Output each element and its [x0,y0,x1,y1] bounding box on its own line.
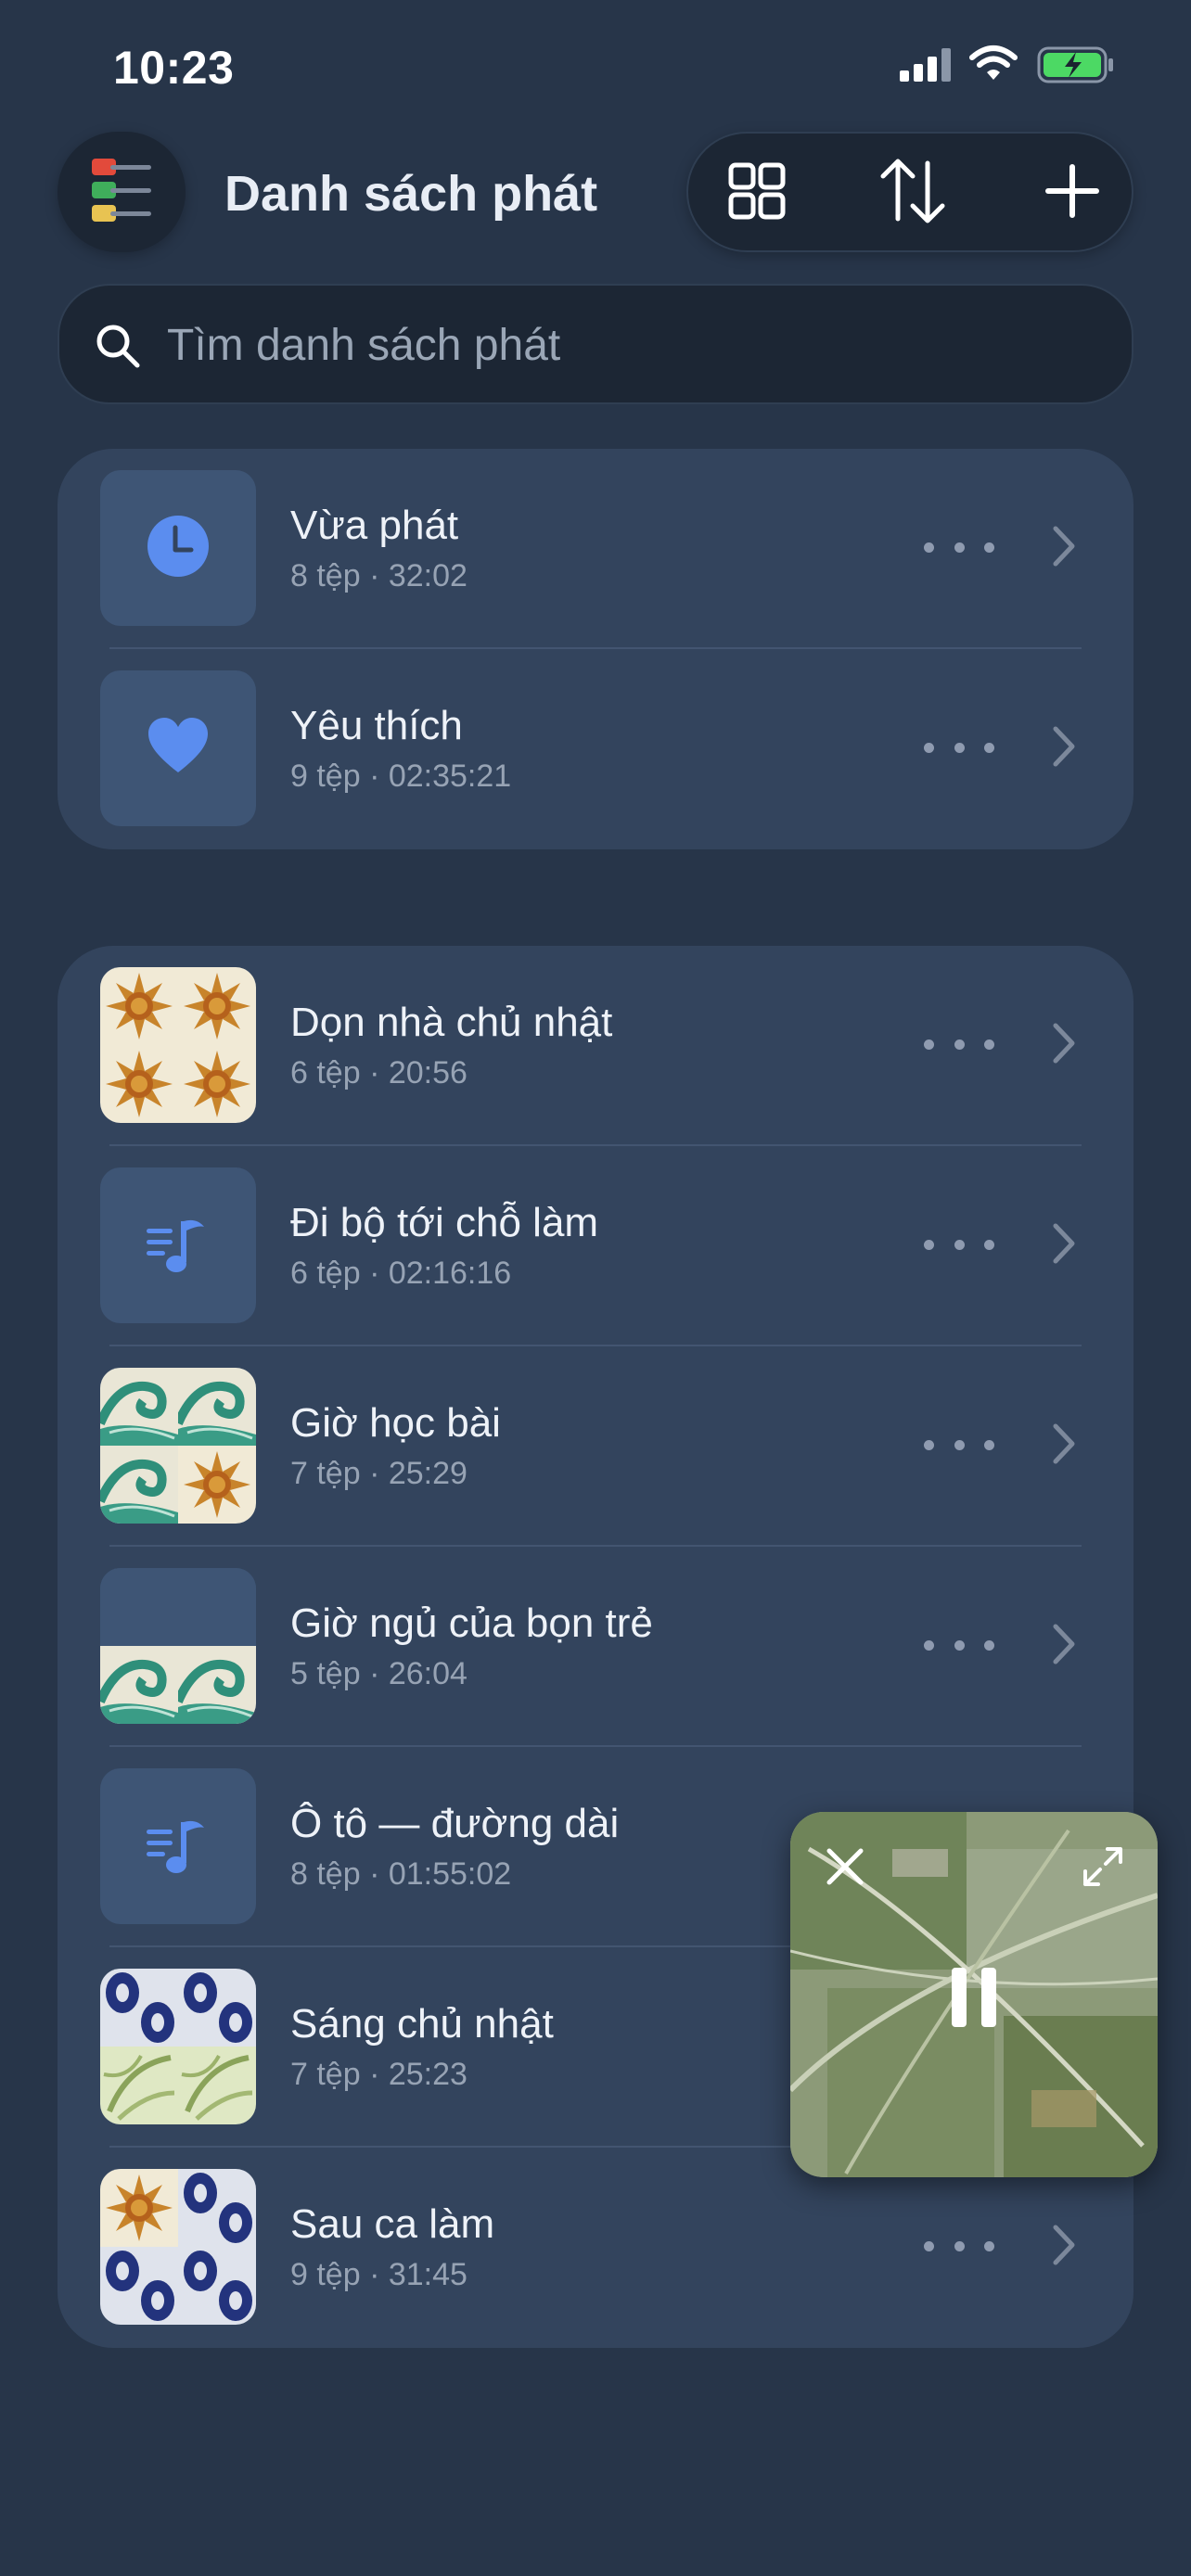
playlist-thumbnail [100,670,256,826]
playlist-thumbnail [100,1768,256,1924]
playlist-title: Ô tô — đường dài [290,1801,620,1846]
clock-icon [145,513,211,584]
playlist-title: Giờ học bài [290,1400,501,1446]
chevron-right-icon [1050,1421,1078,1472]
wifi-icon [969,45,1018,86]
pinned-playlists-card: Vừa phát 8 tệp · 32:02 Yêu thích 9 tệp ·… [58,449,1133,849]
more-options-button[interactable] [924,1626,994,1664]
sort-button[interactable] [874,154,952,232]
menu-button[interactable] [58,132,186,252]
playlist-meta: 5 tệp · 26:04 [290,1656,467,1691]
close-icon[interactable] [822,1843,868,1894]
playlist-artwork [100,1568,256,1724]
chevron-right-icon [1050,2222,1078,2273]
chevron-right-icon [1050,523,1078,574]
playlist-meta: 6 tệp · 20:56 [290,1055,467,1090]
music-note-icon [143,1208,213,1283]
playlist-title: Dọn nhà chủ nhật [290,1000,613,1045]
plus-icon [1043,161,1102,225]
add-playlist-button[interactable] [1033,154,1111,232]
playlist-artwork [100,2169,256,2325]
list-item[interactable]: Đi bộ tới chỗ làm 6 tệp · 02:16:16 [58,1146,1133,1346]
sort-icon [876,154,950,233]
status-bar: 10:23 [0,0,1191,139]
more-options-button[interactable] [924,1426,994,1463]
chevron-right-icon [1050,1020,1078,1071]
more-options-button[interactable] [924,729,994,766]
list-item[interactable]: Giờ học bài 7 tệp · 25:29 [58,1346,1133,1547]
grid-view-button[interactable] [718,154,796,232]
playlist-title: Giờ ngủ của bọn trẻ [290,1600,653,1646]
search-icon [93,321,143,376]
music-note-icon [143,1809,213,1884]
playlist-artwork [100,1368,256,1524]
playlist-meta: 7 tệp · 25:29 [290,1456,467,1491]
list-item[interactable]: Sau ca làm 9 tệp · 31:45 [58,2148,1133,2348]
playlist-meta: 9 tệp · 02:35:21 [290,759,512,794]
menu-list-icon [83,151,160,234]
pause-icon[interactable] [944,1964,1004,2035]
expand-icon[interactable] [1080,1843,1126,1894]
playlist-title: Vừa phát [290,503,459,548]
chevron-right-icon [1050,1621,1078,1672]
list-item[interactable]: Dọn nhà chủ nhật 6 tệp · 20:56 [58,946,1133,1146]
playlist-title: Sau ca làm [290,2201,495,2247]
list-item[interactable]: Yêu thích 9 tệp · 02:35:21 [58,649,1133,849]
playlist-thumbnail [100,1167,256,1323]
playlist-title: Đi bộ tới chỗ làm [290,1200,599,1245]
search-input[interactable] [167,312,1095,378]
status-time: 10:23 [113,42,235,94]
playlist-meta: 8 tệp · 32:02 [290,558,467,593]
chevron-right-icon [1050,1220,1078,1271]
chevron-right-icon [1050,723,1078,774]
mini-player[interactable] [790,1812,1158,2177]
playlist-artwork [100,1969,256,2124]
grid-icon [727,161,787,225]
page-title: Danh sách phát [224,166,598,222]
playlist-thumbnail [100,470,256,626]
playlist-meta: 9 tệp · 31:45 [290,2257,467,2292]
search-bar[interactable] [58,284,1133,404]
list-item[interactable]: Vừa phát 8 tệp · 32:02 [58,449,1133,649]
playlist-title: Yêu thích [290,703,463,748]
playlist-meta: 7 tệp · 25:23 [290,2057,467,2092]
list-item[interactable]: Giờ ngủ của bọn trẻ 5 tệp · 26:04 [58,1547,1133,1747]
playlist-meta: 8 tệp · 01:55:02 [290,1856,512,1892]
playlist-title: Sáng chủ nhật [290,2001,554,2047]
playlist-meta: 6 tệp · 02:16:16 [290,1256,512,1291]
more-options-button[interactable] [924,2227,994,2264]
battery-charging-icon [1037,46,1115,88]
more-options-button[interactable] [924,1226,994,1263]
more-options-button[interactable] [924,529,994,566]
toolbar [686,132,1133,252]
cellular-signal-icon [900,48,955,86]
more-options-button[interactable] [924,1026,994,1063]
playlist-artwork [100,967,256,1123]
heart-icon [145,713,211,784]
